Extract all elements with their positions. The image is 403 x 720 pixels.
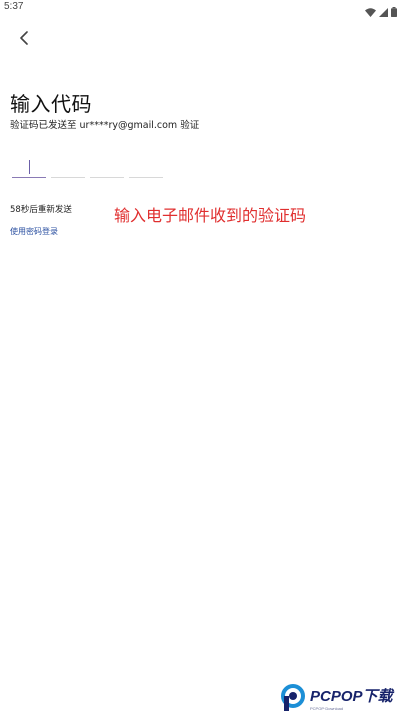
watermark-subtext: PCPOP·Download — [310, 706, 344, 711]
status-bar: 5:37 — [0, 0, 403, 17]
annotation-text: 输入电子邮件收到的验证码 — [114, 206, 307, 225]
signal-icon — [379, 2, 388, 21]
pcpop-logo-icon — [280, 684, 306, 716]
code-sent-message: 验证码已发送至 ur****ry@gmail.com 验证 — [10, 120, 200, 131]
use-password-login-link[interactable]: 使用密码登录 — [10, 226, 58, 237]
back-button[interactable] — [12, 28, 36, 50]
verification-code-input[interactable] — [12, 156, 163, 178]
code-digit-4[interactable] — [129, 156, 163, 178]
wifi-icon — [365, 2, 376, 21]
watermark: PCPOP下载 PCPOP·Download — [280, 684, 393, 716]
text-caret — [29, 160, 30, 174]
resend-countdown: 58秒后重新发送 — [10, 205, 72, 215]
watermark-text-block: PCPOP下载 PCPOP·Download — [310, 689, 393, 711]
battery-icon — [391, 2, 397, 21]
code-digit-1[interactable] — [12, 156, 46, 178]
status-icons — [365, 2, 397, 21]
watermark-text: PCPOP下载 — [310, 688, 393, 705]
page-title: 输入代码 — [10, 92, 92, 116]
chevron-left-icon — [19, 30, 29, 49]
code-digit-2[interactable] — [51, 156, 85, 178]
status-time: 5:37 — [4, 1, 24, 12]
code-digit-3[interactable] — [90, 156, 124, 178]
